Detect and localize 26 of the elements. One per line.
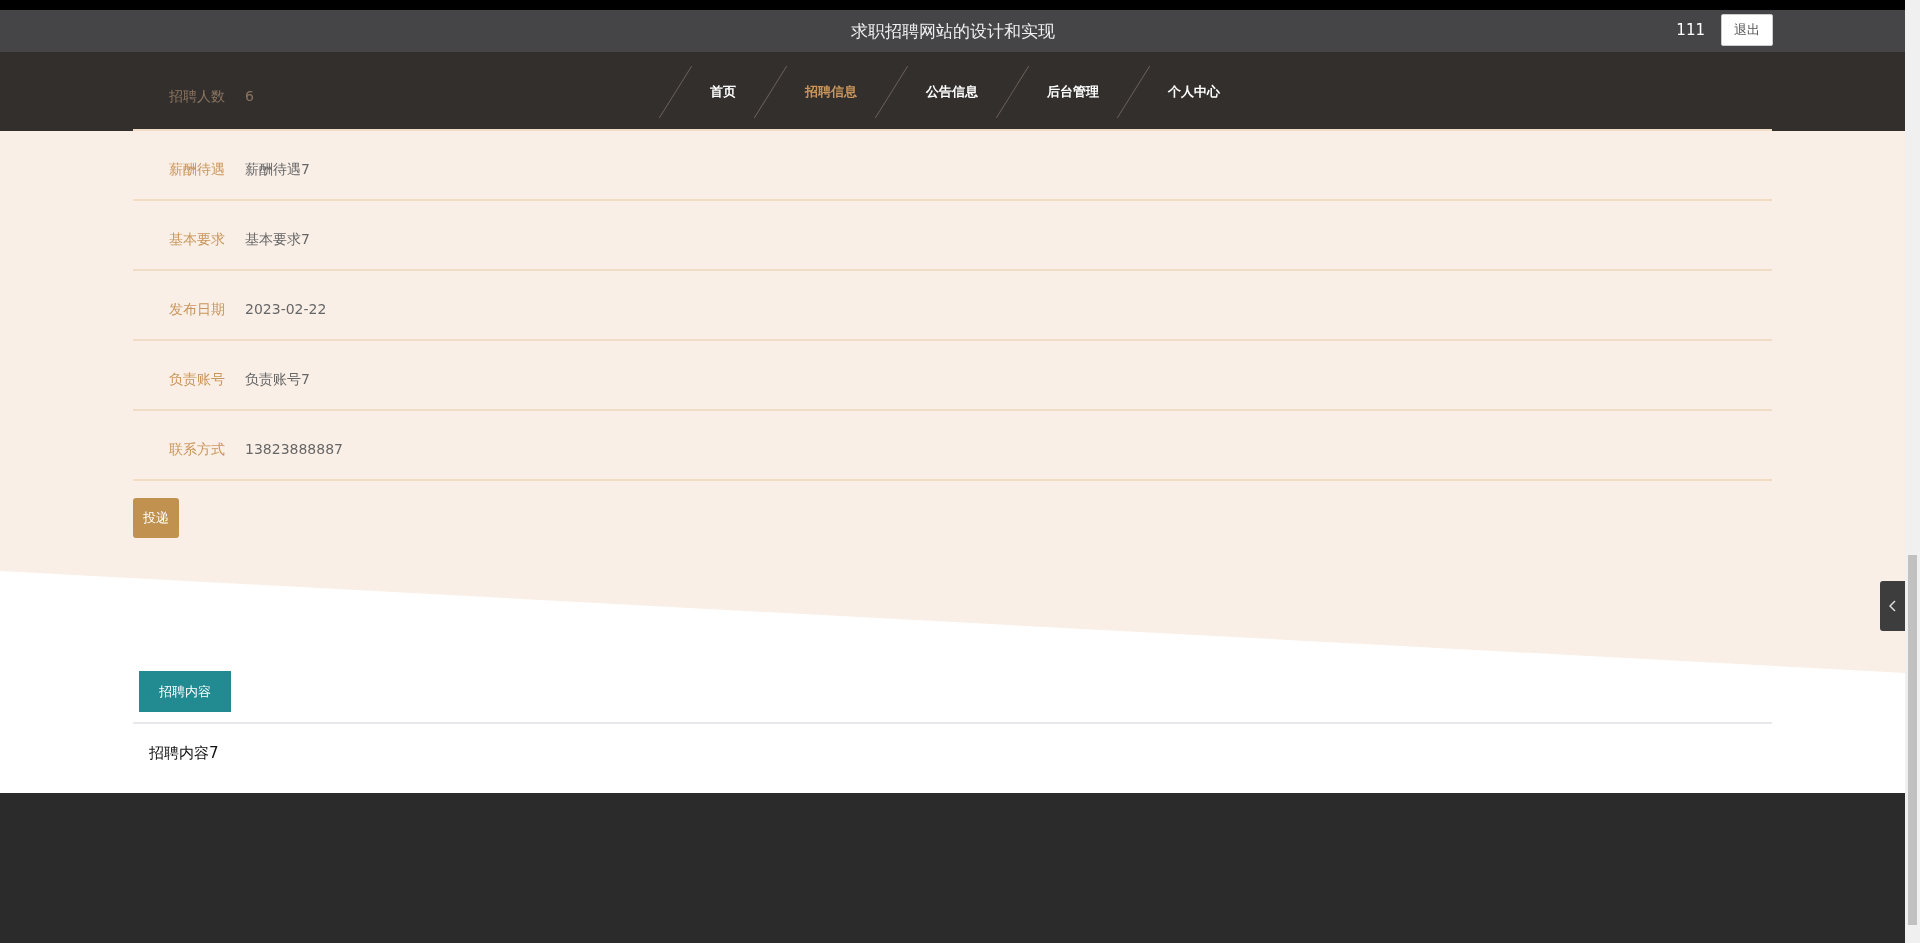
job-content-text: 招聘内容7 [148, 743, 220, 764]
nav-link[interactable]: 个人中心 [1146, 81, 1242, 102]
nav-link[interactable]: 公告信息 [904, 81, 1000, 102]
field-label: 发布日期 [168, 299, 226, 319]
field-label: 基本要求 [168, 229, 226, 249]
field-value: 13823888887 [245, 439, 343, 459]
username: 111 [1676, 19, 1705, 41]
scrollbar-thumb[interactable] [1908, 555, 1917, 925]
field-label: 联系方式 [168, 439, 226, 459]
field-label: 负责账号 [168, 369, 226, 389]
site-title: 求职招聘网站的设计和实现 [850, 20, 1055, 43]
nav-link[interactable]: 后台管理 [1025, 81, 1121, 102]
field-label: 薪酬待遇 [168, 159, 226, 179]
tab[interactable]: 招聘内容 [139, 670, 231, 712]
field-value: 6 [245, 87, 254, 106]
side-panel-toggle[interactable] [1880, 581, 1905, 631]
nav-link[interactable]: 招聘信息 [783, 81, 879, 102]
nav-link[interactable]: 首页 [688, 81, 758, 102]
logout-button[interactable]: 退出 [1721, 14, 1773, 46]
field-value: 基本要求7 [245, 229, 310, 249]
scrollbar[interactable] [1905, 0, 1920, 943]
field-value: 负责账号7 [245, 369, 310, 389]
field-value: 薪酬待遇7 [245, 159, 310, 179]
chevron-left-icon [1889, 600, 1897, 612]
field-value: 2023-02-22 [245, 299, 327, 319]
field-label: 招聘人数 [168, 87, 226, 106]
